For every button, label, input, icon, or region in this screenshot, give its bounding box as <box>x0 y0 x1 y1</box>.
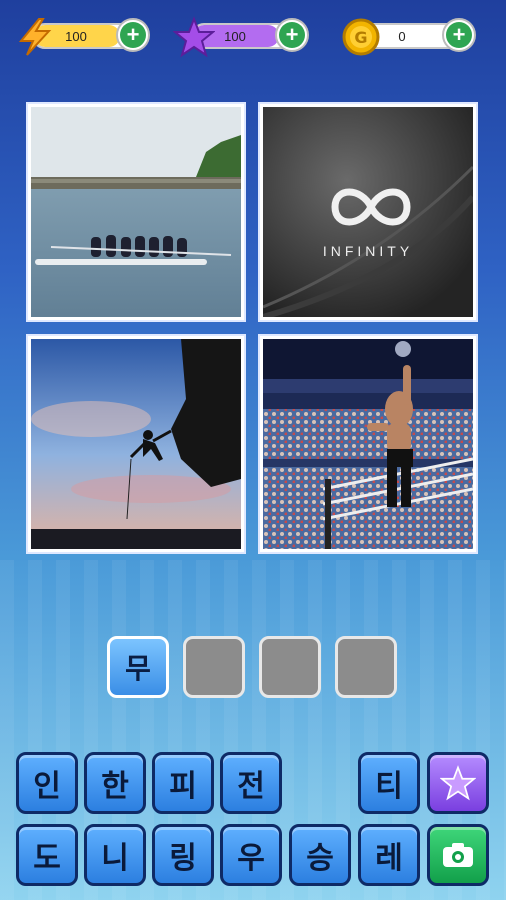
camera-share-button[interactable] <box>427 824 489 886</box>
energy-counter: 100 + <box>14 18 159 56</box>
plus-icon: + <box>279 22 305 48</box>
infinity-logo-image: INFINITY <box>263 107 473 317</box>
letter-key-3[interactable]: 피 <box>152 752 214 814</box>
coin-icon: G <box>340 16 382 58</box>
clue-image-rowing[interactable] <box>26 102 246 322</box>
camera-icon <box>443 843 473 867</box>
letter-key-8[interactable]: 니 <box>84 824 146 886</box>
add-stars-button[interactable]: + <box>275 18 309 52</box>
coins-counter: 0 G + <box>340 18 490 56</box>
clue-image-infinity[interactable]: INFINITY <box>258 102 478 322</box>
letter-key-10[interactable]: 우 <box>220 824 282 886</box>
add-coins-button[interactable]: + <box>442 18 476 52</box>
svg-text:G: G <box>354 28 367 47</box>
wrestling-photo <box>263 339 473 549</box>
letter-key-12[interactable]: 레 <box>358 824 420 886</box>
answer-slot-4[interactable] <box>335 636 397 698</box>
answer-slot-2[interactable] <box>183 636 245 698</box>
infinity-text: INFINITY <box>322 243 414 259</box>
letter-key-7[interactable]: 도 <box>16 824 78 886</box>
answer-slot-1[interactable]: 무 <box>107 636 169 698</box>
letter-key-1[interactable]: 인 <box>16 752 78 814</box>
star-icon <box>173 16 215 58</box>
letter-key-2[interactable]: 한 <box>84 752 146 814</box>
rowing-photo <box>31 107 241 317</box>
answer-slot-3[interactable] <box>259 636 321 698</box>
star-icon <box>440 765 476 801</box>
letter-key-4[interactable]: 전 <box>220 752 282 814</box>
hint-star-button[interactable] <box>427 752 489 814</box>
letter-key-6[interactable]: 티 <box>358 752 420 814</box>
add-energy-button[interactable]: + <box>116 18 150 52</box>
letter-key-9[interactable]: 링 <box>152 824 214 886</box>
plus-icon: + <box>446 22 472 48</box>
clue-image-wrestling[interactable] <box>258 334 478 554</box>
letter-key-11[interactable]: 승 <box>289 824 351 886</box>
climbing-photo <box>31 339 241 549</box>
lightning-bolt-icon <box>14 16 56 58</box>
clue-image-climbing[interactable] <box>26 334 246 554</box>
stars-counter: 100 + <box>173 16 323 58</box>
plus-icon: + <box>120 22 146 48</box>
